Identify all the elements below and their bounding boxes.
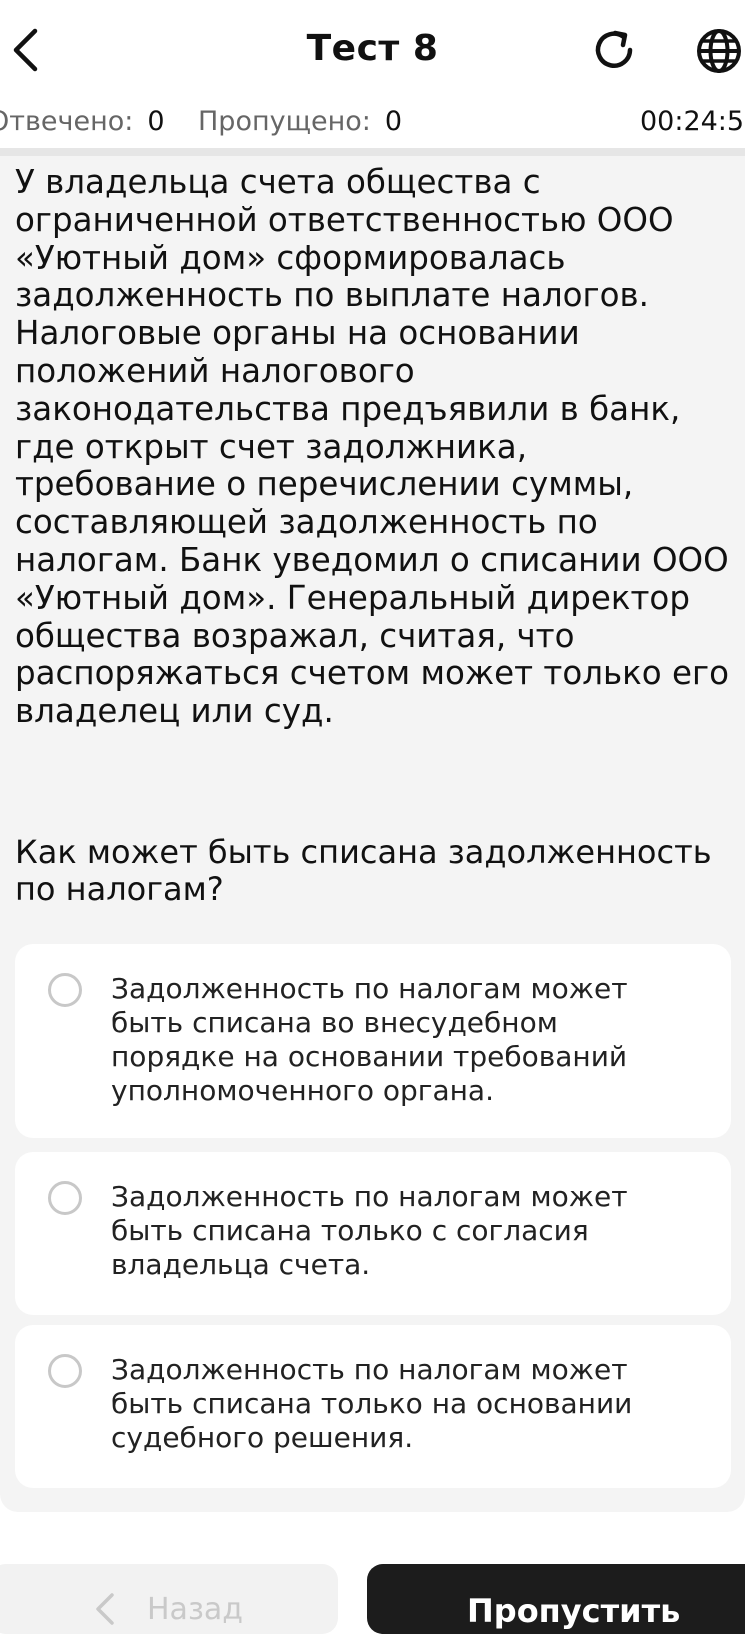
app-header: Тест 8 [0, 0, 745, 100]
reload-icon [595, 30, 633, 68]
back-nav-button[interactable]: Назад [0, 1564, 338, 1634]
skipped-label: Пропущено: [198, 106, 371, 137]
radio-button[interactable] [48, 1181, 82, 1215]
skip-button[interactable]: Пропустить [367, 1564, 745, 1634]
radio-button[interactable] [48, 973, 82, 1007]
answer-option-text: Задолженность по налогам может быть спис… [111, 1180, 628, 1281]
back-nav-label: Назад [147, 1592, 244, 1627]
skipped-stat: Пропущено: 0 [198, 106, 402, 137]
answer-option-3[interactable]: Задолженность по налогам может быть спис… [15, 1325, 731, 1488]
stats-bar: Отвечено: 0 Пропущено: 0 00:24:56 [0, 100, 745, 148]
radio-button[interactable] [48, 1354, 82, 1388]
timer: 00:24:56 [640, 106, 745, 137]
answer-option-text: Задолженность по налогам может быть спис… [111, 1353, 633, 1454]
answer-option-text: Задолженность по налогам может быть спис… [111, 972, 628, 1107]
answered-count: 0 [147, 106, 165, 137]
chevron-left-icon [96, 1593, 114, 1625]
skip-label: Пропустить [467, 1592, 681, 1630]
answer-option-1[interactable]: Задолженность по налогам может быть спис… [15, 944, 731, 1138]
answer-option-2[interactable]: Задолженность по налогам может быть спис… [15, 1152, 731, 1315]
skipped-count: 0 [384, 106, 403, 137]
answered-label: Отвечено: [0, 106, 134, 137]
globe-icon [697, 29, 741, 73]
question-text: Как может быть списана задолженность по … [15, 833, 712, 908]
answered-stat: Отвечено: 0 [0, 106, 165, 137]
reload-button[interactable] [590, 26, 638, 74]
scenario-text: У владельца счета общества с ограниченно… [15, 163, 729, 731]
language-button[interactable] [694, 26, 744, 76]
header-divider [0, 148, 745, 156]
